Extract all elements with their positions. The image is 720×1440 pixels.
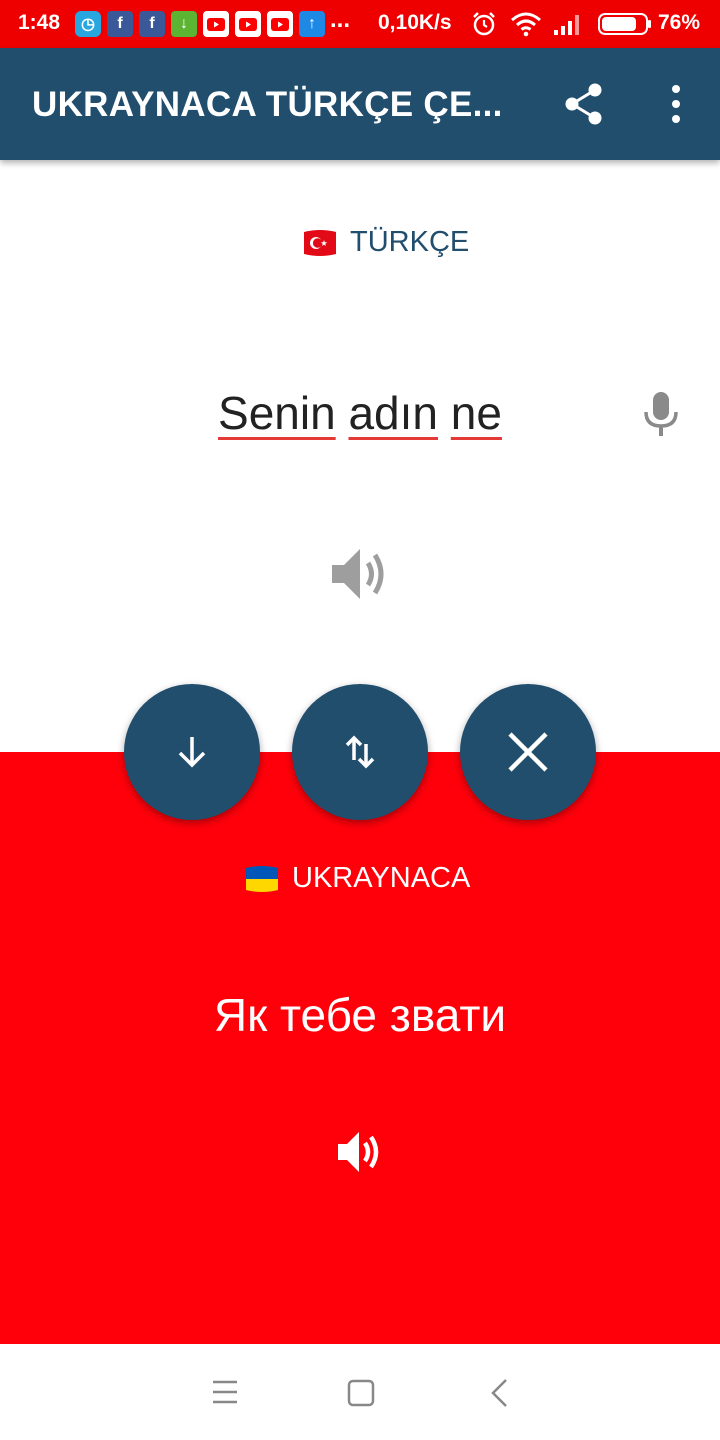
arrow-down-button[interactable] [124, 684, 260, 820]
more-vert-icon[interactable] [665, 84, 687, 124]
speaker-icon[interactable] [334, 1127, 386, 1177]
source-language-selector[interactable]: TÜRKÇE [302, 226, 469, 259]
battery-icon [598, 13, 651, 35]
speaker-icon[interactable] [328, 543, 392, 605]
navigation-bar [0, 1344, 720, 1440]
menu-icon[interactable] [212, 1380, 238, 1404]
home-icon[interactable] [347, 1379, 375, 1407]
alarm-icon [473, 12, 495, 36]
translated-text: Як тебе звати [213, 989, 507, 1041]
source-text-input[interactable]: Senin adın ne [0, 386, 720, 440]
close-icon [508, 732, 548, 772]
share-icon[interactable] [563, 82, 605, 126]
upload-icon: ↑ [299, 11, 325, 37]
swap-icon [345, 735, 375, 769]
network-speed: 0,10K/s [378, 11, 452, 34]
microphone-icon[interactable] [640, 390, 682, 440]
status-time: 1:48 [18, 11, 61, 34]
signal-icon [554, 15, 579, 35]
app-title: UKRAYNACA TÜRKÇE ÇE... [32, 85, 503, 124]
facebook-icon: f [107, 11, 133, 37]
app-bar: UKRAYNACA TÜRKÇE ÇE... [0, 48, 720, 160]
source-word: ne [450, 387, 502, 439]
youtube-icon [235, 11, 261, 37]
swap-languages-button[interactable] [292, 684, 428, 820]
translation-panel [0, 752, 720, 1344]
back-icon[interactable] [488, 1378, 510, 1408]
clear-button[interactable] [460, 684, 596, 820]
status-more: ... [330, 6, 351, 33]
source-word: adın [348, 387, 438, 439]
youtube-icon [203, 11, 229, 37]
wifi-icon [511, 12, 541, 37]
battery-percentage: 76% [657, 11, 700, 34]
source-language-label: TÜRKÇE [350, 226, 470, 258]
facebook-icon: f [139, 11, 165, 37]
ukraine-flag-icon [246, 865, 278, 892]
target-language-label: UKRAYNACA [292, 862, 471, 894]
source-word: Senin [218, 387, 336, 439]
clock-app-icon: ◷ [75, 11, 101, 37]
notification-icons: ◷ f f ↓ ↑ [75, 11, 325, 37]
status-bar: 1:48 ◷ f f ↓ ↑ ... 0,10K/s 76% [0, 0, 720, 48]
turkey-flag-icon [304, 229, 336, 256]
target-language-selector[interactable]: UKRAYNACA [244, 862, 470, 895]
youtube-icon [267, 11, 293, 37]
arrow-down-icon [178, 737, 206, 768]
download-icon: ↓ [171, 11, 197, 37]
